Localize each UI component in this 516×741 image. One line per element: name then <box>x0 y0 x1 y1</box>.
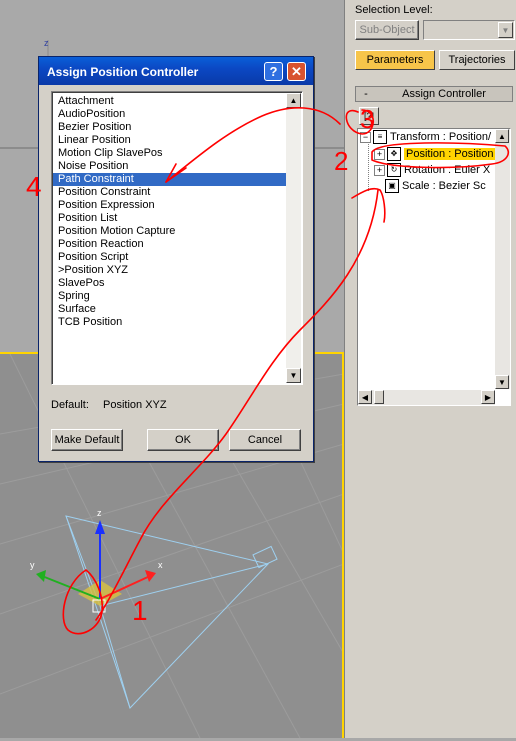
rollout-title: Assign Controller <box>402 88 486 100</box>
list-item[interactable]: Position Constraint <box>58 186 284 199</box>
list-item[interactable]: Linear Position <box>58 134 284 147</box>
svg-text:z: z <box>44 38 49 48</box>
tab-trajectories[interactable]: Trajectories <box>439 50 515 70</box>
scroll-down-icon[interactable]: ▼ <box>495 375 509 389</box>
scroll-down-icon[interactable]: ▼ <box>286 368 301 383</box>
list-item[interactable]: TCB Position <box>58 316 284 329</box>
list-item[interactable]: Position Reaction <box>58 238 284 251</box>
default-value: Position XYZ <box>103 399 167 411</box>
rollout-toggle: - <box>364 88 368 100</box>
tree-item-position[interactable]: + ✥ Position : Position <box>374 146 496 162</box>
list-item[interactable]: Position Expression <box>58 199 284 212</box>
selection-level-label: Selection Level: <box>355 4 433 16</box>
expand-icon: + <box>374 164 385 176</box>
tab-parameters[interactable]: Parameters <box>355 50 435 70</box>
list-item[interactable]: Path Constraint <box>53 173 288 186</box>
ok-button[interactable]: OK <box>147 429 219 451</box>
default-label: Default: <box>51 399 89 411</box>
scroll-up-icon[interactable]: ▲ <box>286 93 301 108</box>
chevron-down-icon: ▼ <box>498 22 513 38</box>
list-item[interactable]: Position List <box>58 212 284 225</box>
tree-item-transform[interactable]: − ≡ Transform : Position/ <box>360 129 491 145</box>
list-item[interactable]: Motion Clip SlavePos <box>58 147 284 160</box>
tree-item-label: Scale : Bezier Sc <box>402 180 486 192</box>
list-item[interactable]: SlavePos <box>58 277 284 290</box>
tree-item-label: Transform : Position/ <box>390 131 492 143</box>
dialog-title: Assign Position Controller <box>47 65 199 79</box>
tree-item-label: Rotation : Euler X <box>404 164 491 176</box>
assign-position-controller-dialog: Assign Position Controller ? ✕ Attachmen… <box>38 56 314 462</box>
tree-vertical-scrollbar[interactable]: ▲ ▼ <box>495 129 510 389</box>
list-item[interactable]: Attachment <box>58 95 284 108</box>
dialog-titlebar[interactable]: Assign Position Controller ? ✕ <box>39 57 313 85</box>
close-button[interactable]: ✕ <box>287 62 306 81</box>
svg-text:z: z <box>97 508 102 518</box>
list-item[interactable]: Noise Position <box>58 160 284 173</box>
help-icon: ? <box>269 64 278 79</box>
tree-item-scale[interactable]: ▣ Scale : Bezier Sc <box>385 178 486 194</box>
tree-item-rotation[interactable]: + ↻ Rotation : Euler X <box>374 162 490 178</box>
assign-controller-icon: [?] <box>363 111 374 121</box>
list-item[interactable]: AudioPosition <box>58 108 284 121</box>
scroll-left-icon[interactable]: ◀ <box>358 390 372 404</box>
list-item[interactable]: Surface <box>58 303 284 316</box>
svg-text:x: x <box>158 560 163 570</box>
rotation-controller-icon: ↻ <box>387 163 401 177</box>
sub-object-dropdown[interactable]: ▼ <box>423 20 515 40</box>
controller-tree[interactable]: − ≡ Transform : Position/ + ✥ Position :… <box>357 128 511 406</box>
position-controller-icon: ✥ <box>387 147 401 161</box>
list-item[interactable]: Bezier Position <box>58 121 284 134</box>
scale-controller-icon: ▣ <box>385 179 399 193</box>
scroll-up-icon[interactable]: ▲ <box>495 129 509 143</box>
controller-list[interactable]: Attachment AudioPosition Bezier Position Li… <box>51 91 303 385</box>
scroll-thumb[interactable] <box>374 390 384 404</box>
tree-item-label: Position : Position <box>404 148 496 160</box>
close-icon: ✕ <box>291 63 302 79</box>
assign-controller-rollout-header[interactable]: - Assign Controller <box>355 86 513 102</box>
make-default-button[interactable]: Make Default <box>51 429 123 451</box>
list-item[interactable]: >Position XYZ <box>58 264 284 277</box>
list-item[interactable]: Spring <box>58 290 284 303</box>
sub-object-button[interactable]: Sub-Object <box>355 20 419 40</box>
expand-icon: + <box>374 148 385 160</box>
tree-horizontal-scrollbar[interactable]: ◀ ▶ <box>358 390 495 405</box>
svg-text:y: y <box>30 560 35 570</box>
transform-controller-icon: ≡ <box>373 130 387 144</box>
help-button[interactable]: ? <box>264 62 283 81</box>
scroll-right-icon[interactable]: ▶ <box>481 390 495 404</box>
tree-connector <box>368 141 369 191</box>
command-panel: Selection Level: Sub-Object ▼ Parameters… <box>344 0 516 738</box>
cancel-button[interactable]: Cancel <box>229 429 301 451</box>
assign-controller-button[interactable]: [?] <box>359 107 379 125</box>
list-item[interactable]: Position Motion Capture <box>58 225 284 238</box>
collapse-icon: − <box>360 131 371 143</box>
list-item[interactable]: Position Script <box>58 251 284 264</box>
list-vertical-scrollbar[interactable]: ▲ ▼ <box>286 93 301 383</box>
